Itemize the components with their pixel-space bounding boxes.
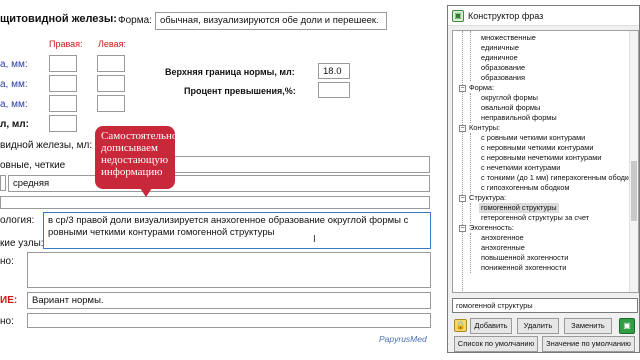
tree-item[interactable]: образование xyxy=(481,63,525,73)
left-dimension-3-input[interactable] xyxy=(97,95,125,112)
tree-guide xyxy=(470,203,471,223)
excess-percent-label: Процент превышения,%: xyxy=(184,86,296,96)
save-icon[interactable]: ▣ xyxy=(619,318,635,334)
column-right-label: Правая: xyxy=(49,39,83,49)
excess-percent-input[interactable] xyxy=(318,82,350,98)
scrollbar-thumb[interactable] xyxy=(631,161,637,221)
tree-item[interactable]: с неровными нечеткими контурами xyxy=(481,153,601,163)
default-value-button[interactable]: Значение по умолчанию xyxy=(542,336,635,352)
tree-guide xyxy=(470,93,471,123)
pathology-textarea[interactable]: в ср/3 правой доли визуализируется анэхо… xyxy=(43,212,431,249)
tree-group[interactable]: Форма: xyxy=(469,83,494,93)
dimension-label-1: а, мм: xyxy=(0,59,28,70)
tree-item[interactable]: гетерогенной структуры за счет xyxy=(481,213,589,223)
tree-item[interactable]: единичные xyxy=(481,43,519,53)
tree-item[interactable]: анэхогенные xyxy=(481,243,525,253)
tree-guide xyxy=(470,133,471,193)
lock-icon[interactable]: 🔒 xyxy=(454,319,467,332)
echo-checkbox[interactable] xyxy=(0,175,6,191)
dimension-label-2: а, мм: xyxy=(0,79,28,90)
tree-item[interactable]: пониженной эхогенности xyxy=(481,263,566,273)
conclusion-label: ИЕ: xyxy=(0,295,18,306)
phrase-tree[interactable]: множественные единичные единичное образо… xyxy=(452,30,639,293)
tree-item[interactable]: с неровными четкими контурами xyxy=(481,143,594,153)
collapse-icon[interactable]: − xyxy=(459,85,466,92)
tree-item[interactable]: с ровными четкими контурами xyxy=(481,133,585,143)
tree-item[interactable]: образования xyxy=(481,73,525,83)
callout-tail xyxy=(140,188,152,197)
form-label: Форма: xyxy=(118,15,152,26)
replace-button[interactable]: Заменить xyxy=(564,318,612,334)
note-label: но: xyxy=(0,256,14,267)
text-cursor-icon: I xyxy=(313,234,316,245)
window-title: Конструктор фраз xyxy=(468,10,544,21)
tree-guide xyxy=(462,31,463,291)
phrase-input[interactable]: гомогенной структуры xyxy=(452,298,638,313)
annotation-callout: Самостоятельно дописываем недостающую ин… xyxy=(95,126,177,189)
tree-guide xyxy=(470,31,471,81)
upper-limit-input[interactable]: 18.0 xyxy=(318,63,350,79)
conclusion-field[interactable]: Вариант нормы. xyxy=(27,292,431,309)
tree-guide xyxy=(470,233,471,273)
collapse-icon[interactable]: − xyxy=(459,195,466,202)
nodes-label: кие узлы: xyxy=(0,238,44,249)
tree-group[interactable]: Эхогенность: xyxy=(469,223,514,233)
thyroid-volume-label: видной железы, мл: xyxy=(0,140,93,151)
right-dimension-3-input[interactable] xyxy=(49,95,77,112)
volume-label: л, мл: xyxy=(0,119,29,130)
tree-item[interactable]: анэхогенное xyxy=(481,233,524,243)
tree-item[interactable]: с гипоэхогенным ободком xyxy=(481,183,569,193)
tree-item[interactable]: с тонкими (до 1 мм) гиперэхогенным ободк… xyxy=(481,173,637,183)
column-left-label: Левая: xyxy=(98,39,126,49)
extra-field[interactable] xyxy=(0,196,430,209)
window-titlebar: ▣ Конструктор фраз xyxy=(448,6,639,26)
contour-field[interactable] xyxy=(172,156,430,173)
tree-item[interactable]: множественные xyxy=(481,33,536,43)
tree-group[interactable]: Контуры: xyxy=(469,123,500,133)
right-dimension-1-input[interactable] xyxy=(49,55,77,72)
dimension-label-3: а, мм: xyxy=(0,99,28,110)
tree-item[interactable]: неправильной формы xyxy=(481,113,557,123)
tree-group[interactable]: Структура: xyxy=(469,193,506,203)
app-icon: ▣ xyxy=(452,9,464,22)
brand-logo: PapyrusMed xyxy=(379,334,427,344)
tree-scrollbar[interactable] xyxy=(629,31,638,292)
collapse-icon[interactable]: − xyxy=(459,125,466,132)
tree-item-selected[interactable]: гомогенной структуры xyxy=(479,203,559,213)
upper-limit-label: Верхняя граница нормы, мл: xyxy=(165,67,295,77)
pathology-label: ология: xyxy=(0,215,35,226)
tree-item[interactable]: овальной формы xyxy=(481,103,540,113)
right-volume-input[interactable] xyxy=(49,115,77,132)
right-dimension-2-input[interactable] xyxy=(49,75,77,92)
note-textarea[interactable] xyxy=(27,252,431,288)
collapse-icon[interactable]: − xyxy=(459,225,466,232)
tree-item[interactable]: округлой формы xyxy=(481,93,538,103)
contour-label: овные, четкие xyxy=(0,160,66,171)
tree-item[interactable]: повышенной эхогенности xyxy=(481,253,568,263)
add-button[interactable]: Добавить xyxy=(470,318,512,334)
left-dimension-2-input[interactable] xyxy=(97,75,125,92)
tree-item[interactable]: единичное xyxy=(481,53,518,63)
section-title: щитовидной железы: xyxy=(0,13,117,25)
recommendation-label: но: xyxy=(0,316,14,327)
default-list-button[interactable]: Список по умолчанию xyxy=(454,336,538,352)
echo-field[interactable]: средняя xyxy=(8,175,430,192)
phrase-constructor-window: ▣ Конструктор фраз множественные единичн… xyxy=(447,5,640,353)
recommendation-field[interactable] xyxy=(27,313,431,328)
delete-button[interactable]: Удалить xyxy=(517,318,559,334)
form-field[interactable]: обычная, визуализируются обе доли и пере… xyxy=(155,12,387,30)
tree-item[interactable]: с нечеткими контурами xyxy=(481,163,560,173)
left-dimension-1-input[interactable] xyxy=(97,55,125,72)
